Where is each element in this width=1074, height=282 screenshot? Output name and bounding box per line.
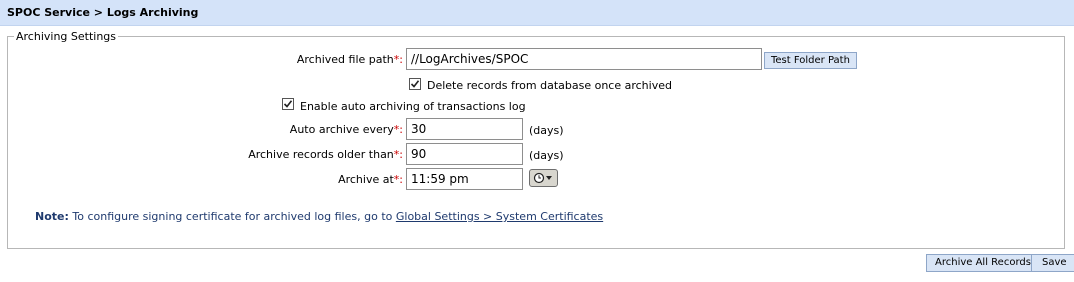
- page-header: SPOC Service > Logs Archiving: [0, 0, 1074, 26]
- archived-file-path-label: Archived file path*:: [297, 53, 403, 66]
- note-text: To configure signing certificate for arc…: [68, 210, 396, 223]
- archive-older-than-label-text: Archive records older than: [248, 148, 394, 161]
- archived-file-path-label-text: Archived file path: [296, 53, 394, 66]
- checkmark-icon: [283, 100, 293, 108]
- test-folder-path-button[interactable]: Test Folder Path: [764, 52, 857, 69]
- enable-auto-archiving-checkbox[interactable]: [282, 98, 294, 110]
- page-title: SPOC Service > Logs Archiving: [7, 6, 199, 19]
- auto-archive-every-unit: (days): [529, 124, 564, 137]
- checkmark-icon: [410, 80, 420, 88]
- time-picker-button[interactable]: [529, 169, 558, 187]
- auto-archive-every-label: Auto archive every*:: [290, 123, 403, 136]
- required-mark: *:: [393, 53, 403, 66]
- archive-all-records-button[interactable]: Archive All Records: [926, 254, 1040, 272]
- delete-records-label: Delete records from database once archiv…: [427, 79, 672, 92]
- required-mark: *:: [393, 123, 403, 136]
- save-button[interactable]: Save: [1031, 254, 1074, 272]
- delete-records-checkbox[interactable]: [409, 78, 421, 90]
- required-mark: *:: [393, 173, 403, 186]
- archive-at-label: Archive at*:: [338, 173, 403, 186]
- enable-auto-archiving-label: Enable auto archiving of transactions lo…: [300, 100, 526, 113]
- note: Note: To configure signing certificate f…: [35, 210, 603, 223]
- note-label: Note:: [35, 210, 69, 223]
- archive-at-label-text: Archive at: [338, 173, 394, 186]
- archive-older-than-input[interactable]: 90: [406, 143, 523, 165]
- clock-icon: [533, 172, 552, 184]
- archive-at-input[interactable]: 11:59 pm: [406, 168, 523, 190]
- archiving-settings-legend: Archiving Settings: [16, 30, 117, 43]
- archive-older-than-label: Archive records older than*:: [248, 148, 403, 161]
- archived-file-path-input[interactable]: //LogArchives/SPOC: [406, 48, 762, 70]
- system-certificates-link[interactable]: Global Settings > System Certificates: [396, 210, 603, 223]
- auto-archive-every-input[interactable]: 30: [406, 118, 523, 140]
- required-mark: *:: [393, 148, 403, 161]
- auto-archive-every-label-text: Auto archive every: [289, 123, 394, 136]
- archive-older-than-unit: (days): [529, 149, 564, 162]
